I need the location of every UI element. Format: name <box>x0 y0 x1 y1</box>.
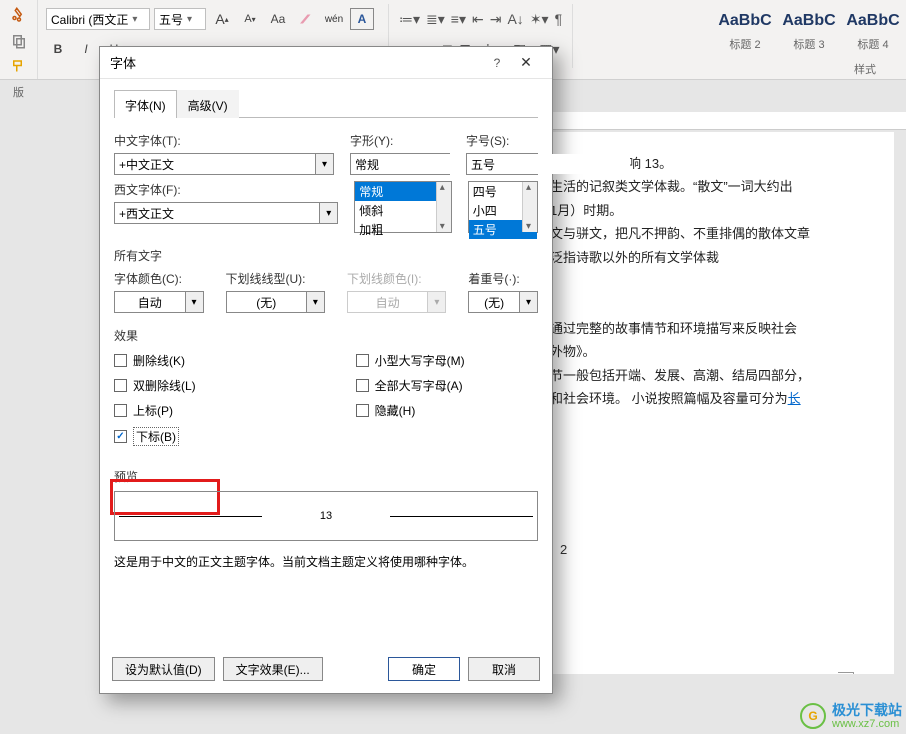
chevron-down-icon[interactable]: ▾ <box>315 154 333 174</box>
phonetic-icon[interactable]: wén <box>322 8 346 30</box>
bold-button[interactable]: B <box>46 38 70 60</box>
style-heading2[interactable]: AaBbC标题 2 <box>714 4 776 60</box>
tab-advanced[interactable]: 高级(V) <box>177 90 239 118</box>
font-color-combo[interactable]: 自动▾ <box>114 291 204 313</box>
emphasis-label: 着重号(·): <box>468 270 538 287</box>
preview-label: 预览 <box>114 468 538 485</box>
cn-font-combo[interactable]: ▾ <box>114 153 334 175</box>
page-corner <box>838 672 854 674</box>
shrink-font-icon[interactable]: A▾ <box>238 8 262 30</box>
bullets-icon[interactable]: ≔▾ <box>399 11 420 28</box>
preview-box: 13 <box>114 491 538 541</box>
multilevel-icon[interactable]: ≡▾ <box>451 11 466 28</box>
underline-color-label: 下划线颜色(I): <box>347 270 446 287</box>
watermark-url: www.xz7.com <box>832 718 902 730</box>
show-marks-icon[interactable]: ¶ <box>555 11 563 27</box>
style-label: 字形(Y): <box>350 132 450 149</box>
underline-color-combo: 自动▾ <box>347 291 446 313</box>
doc-line: 和社会环境。 小说按照篇幅及容量可分为长 <box>550 387 884 410</box>
size-label: 字号(S): <box>466 132 538 149</box>
watermark: G 极光下载站 www.xz7.com <box>800 703 902 730</box>
cancel-button[interactable]: 取消 <box>468 657 540 681</box>
styles-gallery[interactable]: AaBbC标题 2 AaBbC标题 3 AaBbC标题 4 <box>712 0 906 79</box>
clipboard-label: 版 <box>13 84 24 100</box>
doc-figure-number: 2 <box>560 542 567 557</box>
checkbox-small-caps[interactable]: 小型大写字母(M) <box>356 352 465 369</box>
checkbox-double-strikethrough[interactable]: 双删除线(L) <box>114 377 196 394</box>
watermark-name: 极光下载站 <box>832 703 902 718</box>
doc-line: 外物》。 <box>550 340 884 363</box>
font-color-label: 字体颜色(C): <box>114 270 204 287</box>
chevron-down-icon[interactable]: ▾ <box>319 203 337 223</box>
doc-link-long[interactable]: 长 <box>788 391 801 406</box>
ok-button[interactable]: 确定 <box>388 657 460 681</box>
clipboard-group: 版 <box>0 0 38 79</box>
style-input[interactable] <box>350 153 450 175</box>
underline-style-label: 下划线线型(U): <box>226 270 325 287</box>
underline-style-combo[interactable]: (无)▾ <box>226 291 325 313</box>
size-input[interactable] <box>466 153 538 175</box>
numbering-icon[interactable]: ≣▾ <box>426 11 445 28</box>
size-listbox[interactable]: 四号 小四 五号 <box>468 181 538 233</box>
cut-icon[interactable] <box>7 6 31 24</box>
change-case-icon[interactable]: Aa <box>266 8 290 30</box>
style-heading4[interactable]: AaBbC标题 4 <box>842 4 904 60</box>
doc-line: 泛指诗歌以外的所有文学体裁 <box>550 246 884 269</box>
char-border-icon[interactable]: A <box>350 8 374 30</box>
dialog-titlebar: 字体 ? ✕ <box>100 47 552 79</box>
checkbox-all-caps[interactable]: 全部大写字母(A) <box>356 377 465 394</box>
dialog-title: 字体 <box>110 53 484 72</box>
dialog-footer: 设为默认值(D) 文字效果(E)... 确定 取消 <box>100 645 552 693</box>
copy-icon[interactable] <box>7 32 31 50</box>
watermark-logo-icon: G <box>800 703 826 729</box>
style-heading3[interactable]: AaBbC标题 3 <box>778 4 840 60</box>
help-button[interactable]: ? <box>484 56 510 70</box>
en-font-label: 西文字体(F): <box>114 181 338 198</box>
scrollbar[interactable] <box>522 182 537 232</box>
style-listbox[interactable]: 常规 倾斜 加粗 <box>354 181 452 233</box>
effects-label: 效果 <box>114 327 538 344</box>
sort-icon[interactable]: A↓ <box>507 11 523 27</box>
set-default-button[interactable]: 设为默认值(D) <box>112 657 215 681</box>
en-font-combo[interactable]: ▾ <box>114 202 338 224</box>
indent-right-icon[interactable]: ⇥ <box>490 11 502 28</box>
preview-text: 13 <box>320 510 332 522</box>
format-painter-icon[interactable] <box>7 58 31 76</box>
checkbox-superscript[interactable]: 上标(P) <box>114 402 196 419</box>
italic-button[interactable]: I <box>74 38 98 60</box>
all-text-label: 所有文字 <box>114 247 538 264</box>
preview-note: 这是用于中文的正文主题字体。当前文档主题定义将使用哪种字体。 <box>114 553 538 570</box>
checkbox-hidden[interactable]: 隐藏(H) <box>356 402 465 419</box>
scrollbar[interactable] <box>436 182 451 232</box>
font-dialog: 字体 ? ✕ 字体(N) 高级(V) 中文字体(T): ▾ 字形(Y): 字号(… <box>99 46 553 694</box>
checkbox-strikethrough[interactable]: 删除线(K) <box>114 352 196 369</box>
indent-left-icon[interactable]: ⇤ <box>472 11 484 28</box>
font-name-dropdown[interactable]: Calibri (西文正▾ <box>46 8 150 30</box>
checkbox-subscript[interactable]: 下标(B) <box>114 427 196 446</box>
doc-line: 文与骈文，把凡不押韵、不重排偶的散体文章 <box>550 222 884 245</box>
font-size-dropdown[interactable]: 五号▾ <box>154 8 206 30</box>
emphasis-combo[interactable]: (无)▾ <box>468 291 538 313</box>
doc-line: 生活的记叙类文学体裁。“散文”一词大约出 <box>550 175 884 198</box>
asian-layout-icon[interactable]: ✶▾ <box>530 11 549 28</box>
clear-format-icon[interactable] <box>294 8 318 30</box>
close-button[interactable]: ✕ <box>510 54 542 71</box>
text-effects-button[interactable]: 文字效果(E)... <box>223 657 323 681</box>
tab-font[interactable]: 字体(N) <box>114 90 177 118</box>
grow-font-icon[interactable]: A▴ <box>210 8 234 30</box>
cn-font-label: 中文字体(T): <box>114 132 334 149</box>
doc-line: 通过完整的故事情节和环境描写来反映社会 <box>550 317 884 340</box>
doc-line: 1月）时期。 <box>550 199 884 222</box>
doc-line: 节一般包括开端、发展、高潮、结局四部分， <box>550 364 884 387</box>
styles-group-label: 样式 <box>854 61 876 77</box>
dialog-tabs: 字体(N) 高级(V) <box>114 89 538 118</box>
